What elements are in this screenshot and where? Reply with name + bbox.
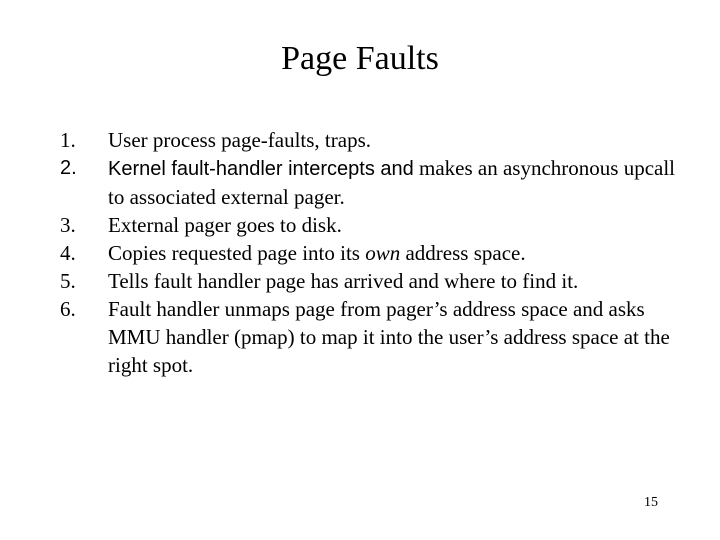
item-number: 2. (60, 157, 77, 179)
list-item: 6. Fault handler unmaps page from pager’… (60, 295, 680, 379)
item-number: 6. (60, 297, 76, 321)
list-item: 5. Tells fault handler page has arrived … (60, 267, 680, 295)
list-item: 4. Copies requested page into its own ad… (60, 239, 680, 267)
item-text-emphasis: own (365, 241, 401, 265)
item-text: User process page-faults, traps. (108, 128, 371, 152)
slide-title: Page Faults (281, 40, 439, 77)
item-text: address space. (400, 241, 526, 265)
list-item: 3. External pager goes to disk. (60, 211, 680, 239)
page-number: 15 (644, 495, 658, 510)
item-text: Copies requested page into its (108, 241, 366, 265)
item-number: 4. (60, 241, 76, 265)
item-number: 3. (60, 213, 76, 237)
steps-list: 1. User process page-faults, traps. 2. K… (60, 126, 680, 379)
item-number: 5. (60, 269, 76, 293)
item-text: Tells fault handler page has arrived and… (108, 269, 579, 293)
list-item: 1. User process page-faults, traps. (60, 126, 680, 154)
item-text: Fault handler unmaps page from pager’s a… (108, 297, 670, 377)
item-number: 1. (60, 128, 76, 152)
item-text: External pager goes to disk. (108, 213, 342, 237)
item-text-sans: Kernel fault-handler intercepts and (108, 158, 414, 180)
list-item: 2. Kernel fault-handler intercepts and m… (60, 154, 680, 211)
